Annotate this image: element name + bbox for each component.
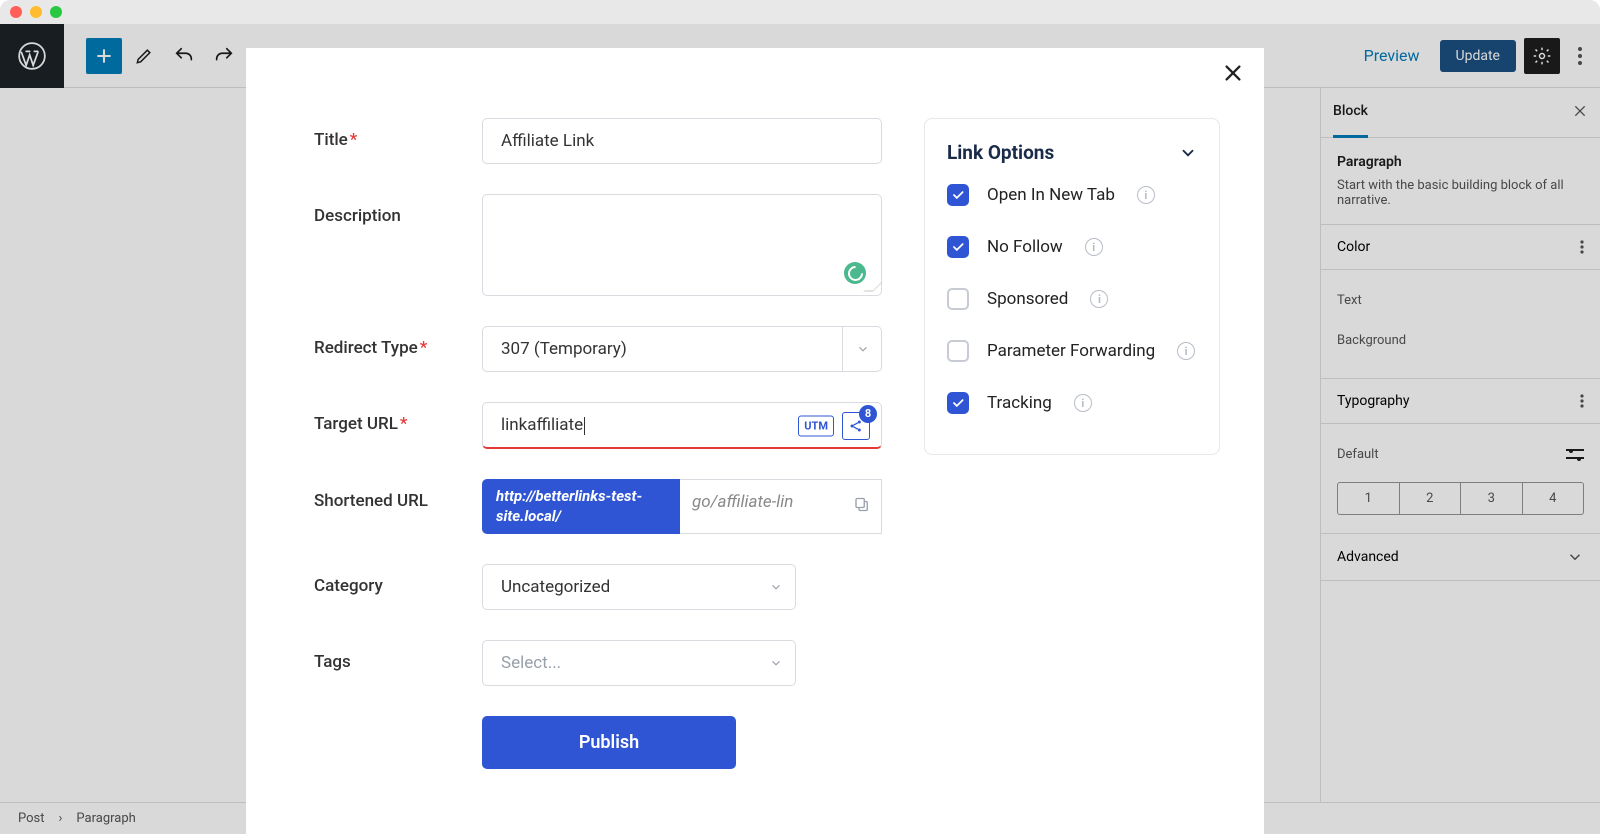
- short-url-base: http://betterlinks-test-site.local/: [482, 479, 680, 534]
- publish-button[interactable]: Publish: [482, 716, 736, 769]
- share-badge: 8: [859, 405, 877, 423]
- copy-icon[interactable]: [853, 495, 871, 518]
- tags-label: Tags: [314, 640, 482, 672]
- description-label: Description: [314, 194, 482, 226]
- chevron-down-icon[interactable]: [1179, 144, 1197, 162]
- short-url-slug-input[interactable]: go/affiliate-lin: [680, 479, 882, 534]
- description-textarea[interactable]: [482, 194, 882, 296]
- option-row-1[interactable]: No Follow i: [947, 236, 1197, 258]
- info-icon[interactable]: i: [1137, 186, 1155, 204]
- chevron-down-icon[interactable]: [756, 640, 796, 686]
- title-label: Title*: [314, 118, 482, 150]
- mac-max-dot[interactable]: [50, 6, 62, 18]
- tags-select[interactable]: Select...: [482, 640, 796, 686]
- option-checkbox[interactable]: [947, 340, 969, 362]
- grammarly-icon[interactable]: [844, 262, 866, 284]
- link-options-panel: Link Options Open In New TabiNo FollowiS…: [924, 118, 1220, 455]
- option-checkbox[interactable]: [947, 184, 969, 206]
- info-icon[interactable]: i: [1177, 342, 1195, 360]
- option-checkbox[interactable]: [947, 392, 969, 414]
- redirect-label: Redirect Type*: [314, 326, 482, 358]
- link-options-heading: Link Options: [947, 141, 1054, 164]
- target-url-label: Target URL*: [314, 402, 482, 434]
- option-label: Tracking: [987, 393, 1052, 413]
- info-icon[interactable]: i: [1074, 394, 1092, 412]
- option-label: No Follow: [987, 237, 1063, 257]
- option-label: Parameter Forwarding: [987, 341, 1155, 361]
- mac-close-dot[interactable]: [10, 6, 22, 18]
- option-row-0[interactable]: Open In New Tab i: [947, 184, 1197, 206]
- option-label: Sponsored: [987, 289, 1068, 309]
- chevron-down-icon[interactable]: [756, 564, 796, 610]
- share-button[interactable]: 8: [842, 412, 870, 440]
- chevron-down-icon[interactable]: [842, 326, 882, 372]
- option-checkbox[interactable]: [947, 288, 969, 310]
- mac-window-chrome: [0, 0, 1600, 24]
- redirect-type-select[interactable]: 307 (Temporary): [482, 326, 882, 372]
- category-select[interactable]: Uncategorized: [482, 564, 796, 610]
- link-modal: Title* Affiliate Link Description Redire…: [246, 48, 1264, 834]
- option-row-2[interactable]: Sponsored i: [947, 288, 1197, 310]
- option-label: Open In New Tab: [987, 185, 1115, 205]
- utm-button[interactable]: UTM: [798, 415, 834, 436]
- title-input[interactable]: Affiliate Link: [482, 118, 882, 164]
- mac-min-dot[interactable]: [30, 6, 42, 18]
- info-icon[interactable]: i: [1090, 290, 1108, 308]
- option-row-4[interactable]: Tracking i: [947, 392, 1197, 414]
- info-icon[interactable]: i: [1085, 238, 1103, 256]
- close-icon[interactable]: [1222, 62, 1244, 90]
- option-checkbox[interactable]: [947, 236, 969, 258]
- shortened-url-label: Shortened URL: [314, 479, 482, 511]
- category-label: Category: [314, 564, 482, 596]
- option-row-3[interactable]: Parameter Forwarding i: [947, 340, 1197, 362]
